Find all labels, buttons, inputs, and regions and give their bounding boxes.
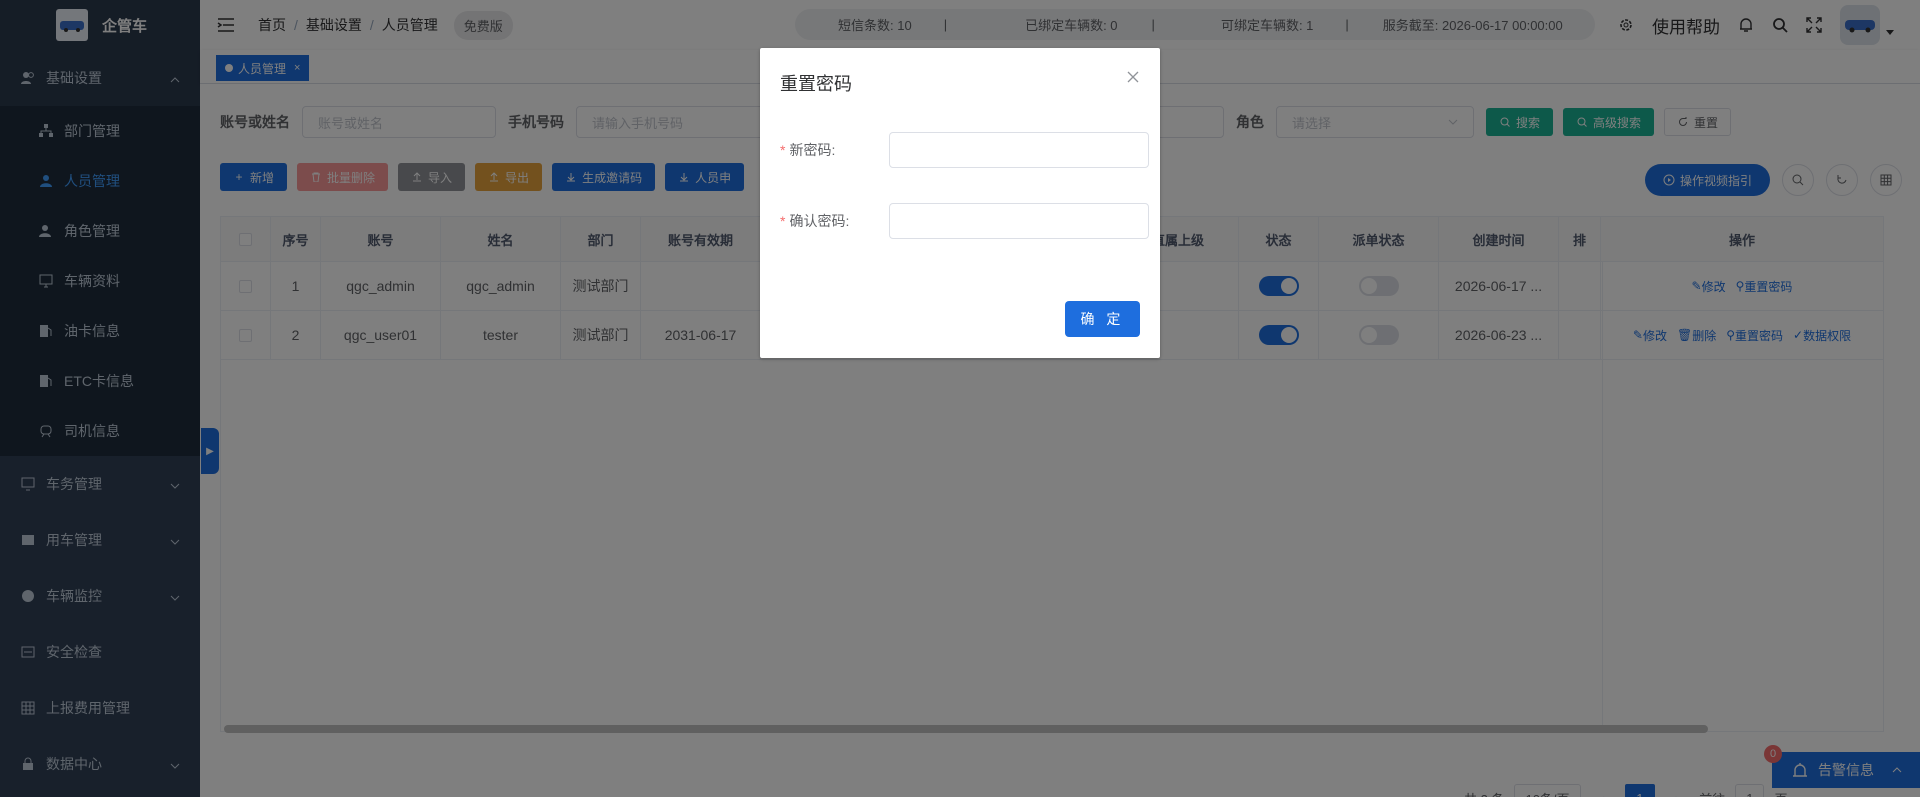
dialog-title: 重置密码: [780, 74, 852, 94]
confirm-password-input[interactable]: [889, 203, 1150, 239]
reset-password-dialog: 重置密码 * 新密码: * 确认密码: 确 定: [760, 48, 1160, 358]
confirm-button[interactable]: 确 定: [1065, 301, 1140, 337]
new-password-row: * 新密码:: [780, 132, 1150, 168]
new-password-input[interactable]: [889, 132, 1150, 168]
confirm-password-row: * 确认密码:: [780, 203, 1150, 239]
confirm-password-label: 确认密码:: [789, 213, 850, 229]
new-password-label: 新密码:: [789, 142, 836, 158]
close-icon[interactable]: [1126, 70, 1140, 84]
